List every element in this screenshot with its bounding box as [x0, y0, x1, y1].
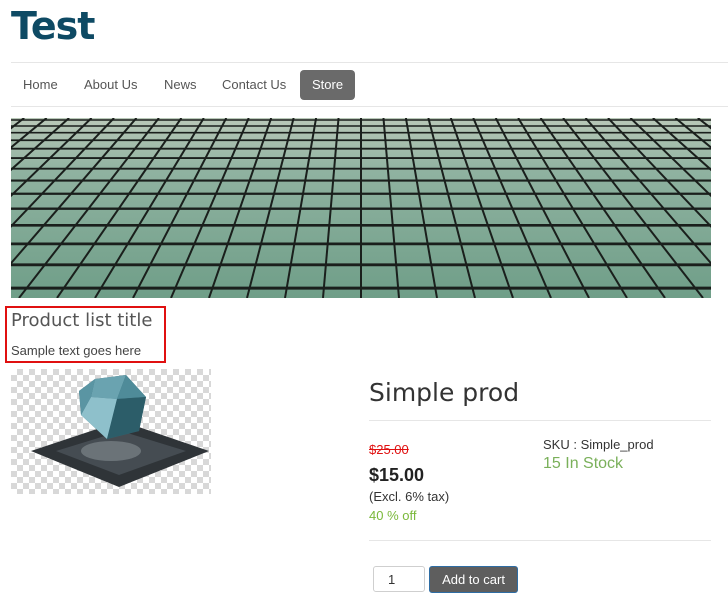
discount-label: 40 % off — [369, 508, 417, 523]
product-name[interactable]: Simple prod — [369, 378, 519, 407]
main-navigation: Home About Us News Contact Us Store — [11, 62, 728, 107]
product-3d-image — [31, 375, 209, 487]
divider — [369, 540, 711, 541]
divider — [369, 420, 711, 421]
nav-contact-us[interactable]: Contact Us — [210, 70, 298, 100]
intro-text: Sample text goes here — [11, 343, 142, 358]
nav-news[interactable]: News — [152, 70, 209, 100]
product-list-title: Product list title — [11, 310, 153, 331]
stock-status: 15 In Stock — [543, 455, 624, 472]
glass-grid-image — [11, 118, 711, 298]
quantity-input[interactable] — [373, 566, 425, 592]
add-to-cart-button[interactable]: Add to cart — [429, 566, 518, 593]
sku-label: SKU : Simple_prod — [543, 437, 654, 452]
site-title[interactable]: Test — [11, 4, 95, 48]
nav-store[interactable]: Store — [300, 70, 356, 100]
nav-about-us[interactable]: About Us — [72, 70, 149, 100]
nav-home[interactable]: Home — [11, 70, 70, 100]
product-image[interactable] — [11, 369, 211, 494]
old-price: $25.00 — [369, 442, 409, 457]
tax-note: (Excl. 6% tax) — [369, 489, 450, 504]
banner-image — [11, 118, 711, 298]
price: $15.00 — [369, 465, 425, 485]
